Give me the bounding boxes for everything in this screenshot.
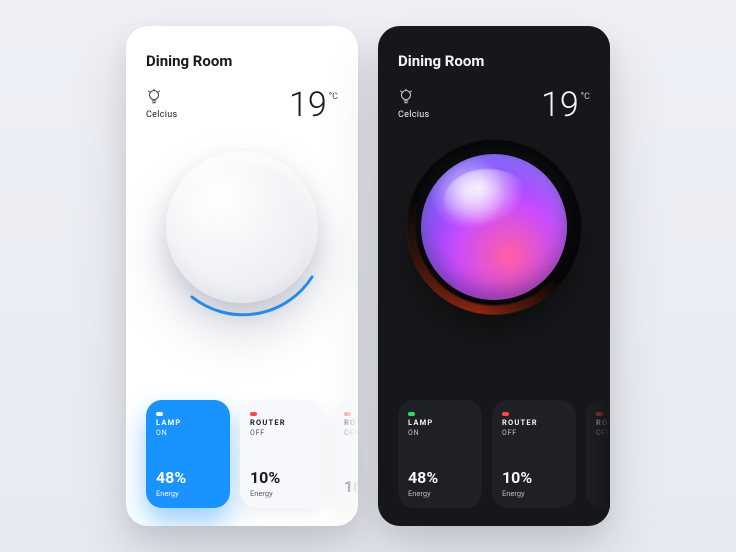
card-state: OFF xyxy=(502,429,566,437)
status-dot xyxy=(408,412,415,416)
unit-selector[interactable]: Celcius xyxy=(146,88,177,120)
room-title: Dining Room xyxy=(146,52,338,70)
room-title: Dining Room xyxy=(398,52,590,70)
device-card-router[interactable]: ROUTER OFF 10% Energy xyxy=(240,400,324,508)
card-name: RO xyxy=(344,418,358,427)
card-state: OFF xyxy=(250,429,314,437)
status-dot xyxy=(156,412,163,416)
temp-unit: °C xyxy=(581,92,590,102)
status-dot xyxy=(250,412,257,416)
phone-light: Dining Room Celcius 19 °C LAMP ON xyxy=(126,26,358,526)
card-name: ROUTER xyxy=(250,418,314,427)
status-dot xyxy=(596,412,603,416)
card-percent: 10% xyxy=(344,477,358,496)
card-name: LAMP xyxy=(408,418,472,427)
card-name: RO xyxy=(596,418,610,427)
card-sublabel: Energy xyxy=(502,489,566,498)
card-state: ON xyxy=(156,429,220,437)
thermostat-dial[interactable] xyxy=(146,122,338,332)
dial-knob[interactable] xyxy=(166,151,318,303)
unit-label: Celcius xyxy=(398,110,429,120)
card-sublabel: Energy xyxy=(408,489,472,498)
temp-unit: °C xyxy=(329,92,338,102)
card-sublabel: Energy xyxy=(156,489,220,498)
card-percent: 10% xyxy=(502,468,566,487)
card-name: LAMP xyxy=(156,418,220,427)
card-state: ON xyxy=(408,429,472,437)
card-state: OFF xyxy=(596,429,610,437)
header-row: Celcius 19 °C xyxy=(398,88,590,122)
temperature-readout: 19 °C xyxy=(541,88,590,122)
card-percent: 48% xyxy=(156,468,220,487)
card-state: OFF xyxy=(344,429,358,437)
device-card-router[interactable]: ROUTER OFF 10% Energy xyxy=(492,400,576,508)
card-name: ROUTER xyxy=(502,418,566,427)
unit-selector[interactable]: Celcius xyxy=(398,88,429,120)
status-dot xyxy=(502,412,509,416)
unit-label: Celcius xyxy=(146,110,177,120)
card-percent: 48% xyxy=(408,468,472,487)
device-card-partial[interactable]: RO OFF 10% xyxy=(334,400,358,508)
phone-dark: Dining Room Celcius 19 °C LAMP ON xyxy=(378,26,610,526)
device-card-lamp[interactable]: LAMP ON 48% Energy xyxy=(398,400,482,508)
card-sublabel: Energy xyxy=(250,489,314,498)
bulb-icon xyxy=(398,88,414,106)
device-card-lamp[interactable]: LAMP ON 48% Energy xyxy=(146,400,230,508)
bulb-icon xyxy=(146,88,162,106)
device-card-partial[interactable]: RO OFF xyxy=(586,400,610,508)
dial-knob[interactable] xyxy=(421,154,567,300)
header-row: Celcius 19 °C xyxy=(146,88,338,122)
device-cards-row[interactable]: LAMP ON 48% Energy ROUTER OFF 10% Energy… xyxy=(398,400,610,508)
status-dot xyxy=(344,412,351,416)
device-cards-row[interactable]: LAMP ON 48% Energy ROUTER OFF 10% Energy… xyxy=(146,400,358,508)
thermostat-dial[interactable] xyxy=(398,122,590,332)
temp-value: 19 xyxy=(541,88,579,122)
card-percent: 10% xyxy=(250,468,314,487)
temp-value: 19 xyxy=(289,88,327,122)
temperature-readout: 19 °C xyxy=(289,88,338,122)
